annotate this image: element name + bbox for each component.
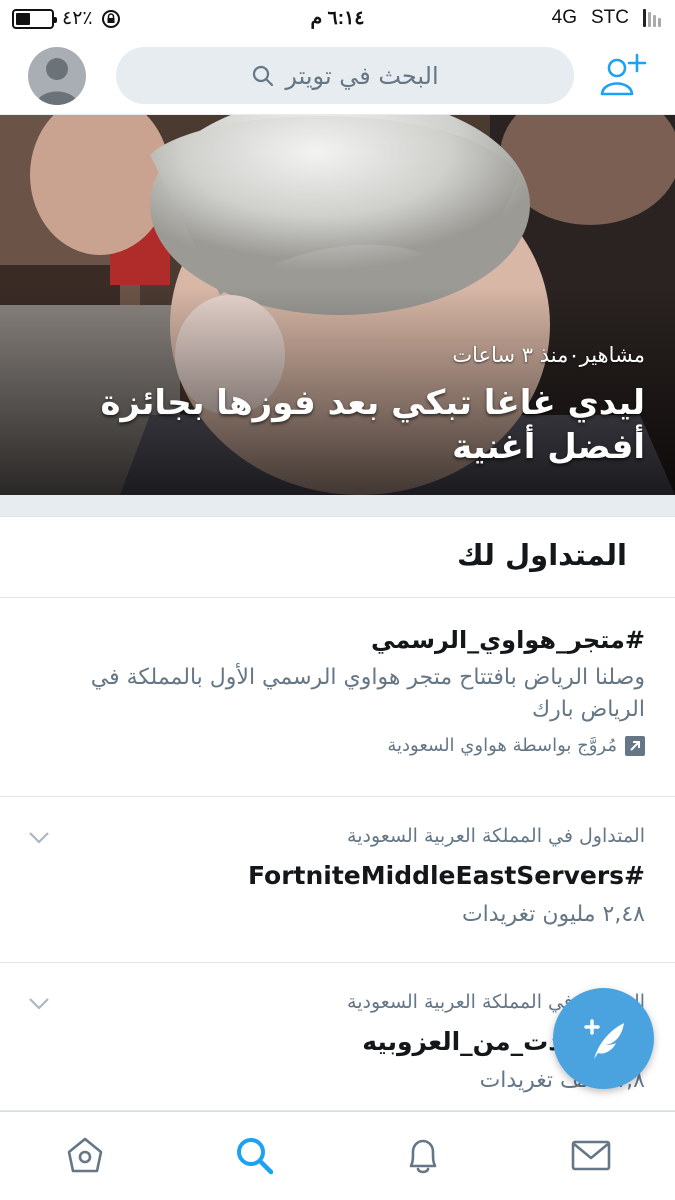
trends-header: المتداول لك: [0, 518, 675, 598]
trend-context: المتداول في المملكة العربية السعودية: [347, 825, 645, 847]
signal-icon: [643, 9, 661, 27]
trend-tweet-count: ٢,٤٨ مليون تغريدات: [461, 902, 645, 927]
avatar[interactable]: [28, 47, 86, 105]
trend-context: المتداول في المملكة العربية السعودية: [347, 991, 645, 1013]
promoted-trend[interactable]: #متجر_هواوي_الرسمي وصلنا الرياض بافتتاح …: [0, 598, 675, 797]
trend-name: #FortniteMiddleEastServers: [247, 861, 645, 890]
trend-item[interactable]: المتداول في المملكة العربية السعودية #Fo…: [0, 797, 675, 963]
hero-moment[interactable]: مشاهير٠منذ ٣ ساعات ليدي غاغا تبكي بعد فو…: [0, 115, 675, 495]
trend-description: وصلنا الرياض بافتتاح متجر هواوي الرسمي ا…: [90, 665, 645, 722]
top-nav: البحث في تويتر: [0, 38, 675, 115]
default-avatar-icon: [36, 58, 78, 105]
search-placeholder: البحث في تويتر: [285, 61, 439, 90]
hero-title: ليدي غاغا تبكي بعد فوزها بجائزة أفضل أغن…: [100, 383, 645, 467]
compose-tweet-button[interactable]: [553, 988, 654, 1089]
search-icon: [253, 65, 274, 86]
promoted-icon: [625, 735, 645, 756]
compose-quill-icon: [583, 1018, 624, 1059]
messages-mail-icon[interactable]: [570, 1134, 612, 1176]
trend-hashtag: #متجر_هواوي_الرسمي: [371, 626, 645, 654]
search-input[interactable]: البحث في تويتر: [116, 47, 574, 104]
network-type: 4G: [551, 7, 577, 28]
search-icon[interactable]: [233, 1134, 275, 1176]
carrier-name: STC: [591, 7, 629, 28]
trend-tweet-count: ١١,٨ ألف تغريدات: [479, 1068, 645, 1093]
trends-title: المتداول لك: [457, 538, 627, 572]
hero-meta: مشاهير٠منذ ٣ ساعات: [452, 343, 645, 367]
bottom-tab-bar: [0, 1111, 675, 1200]
section-divider: [0, 495, 675, 517]
status-bar: ٤٢٪ ٦:١٤ م 4G STC: [0, 0, 675, 38]
status-right: 4G STC: [552, 7, 661, 29]
add-user-icon[interactable]: [599, 52, 649, 98]
promoted-by: مُروَّج بواسطة هواوي السعودية: [387, 735, 617, 756]
promoted-label: مُروَّج بواسطة هواوي السعودية: [30, 735, 645, 756]
home-icon[interactable]: [64, 1134, 106, 1176]
notifications-bell-icon[interactable]: [402, 1134, 444, 1176]
